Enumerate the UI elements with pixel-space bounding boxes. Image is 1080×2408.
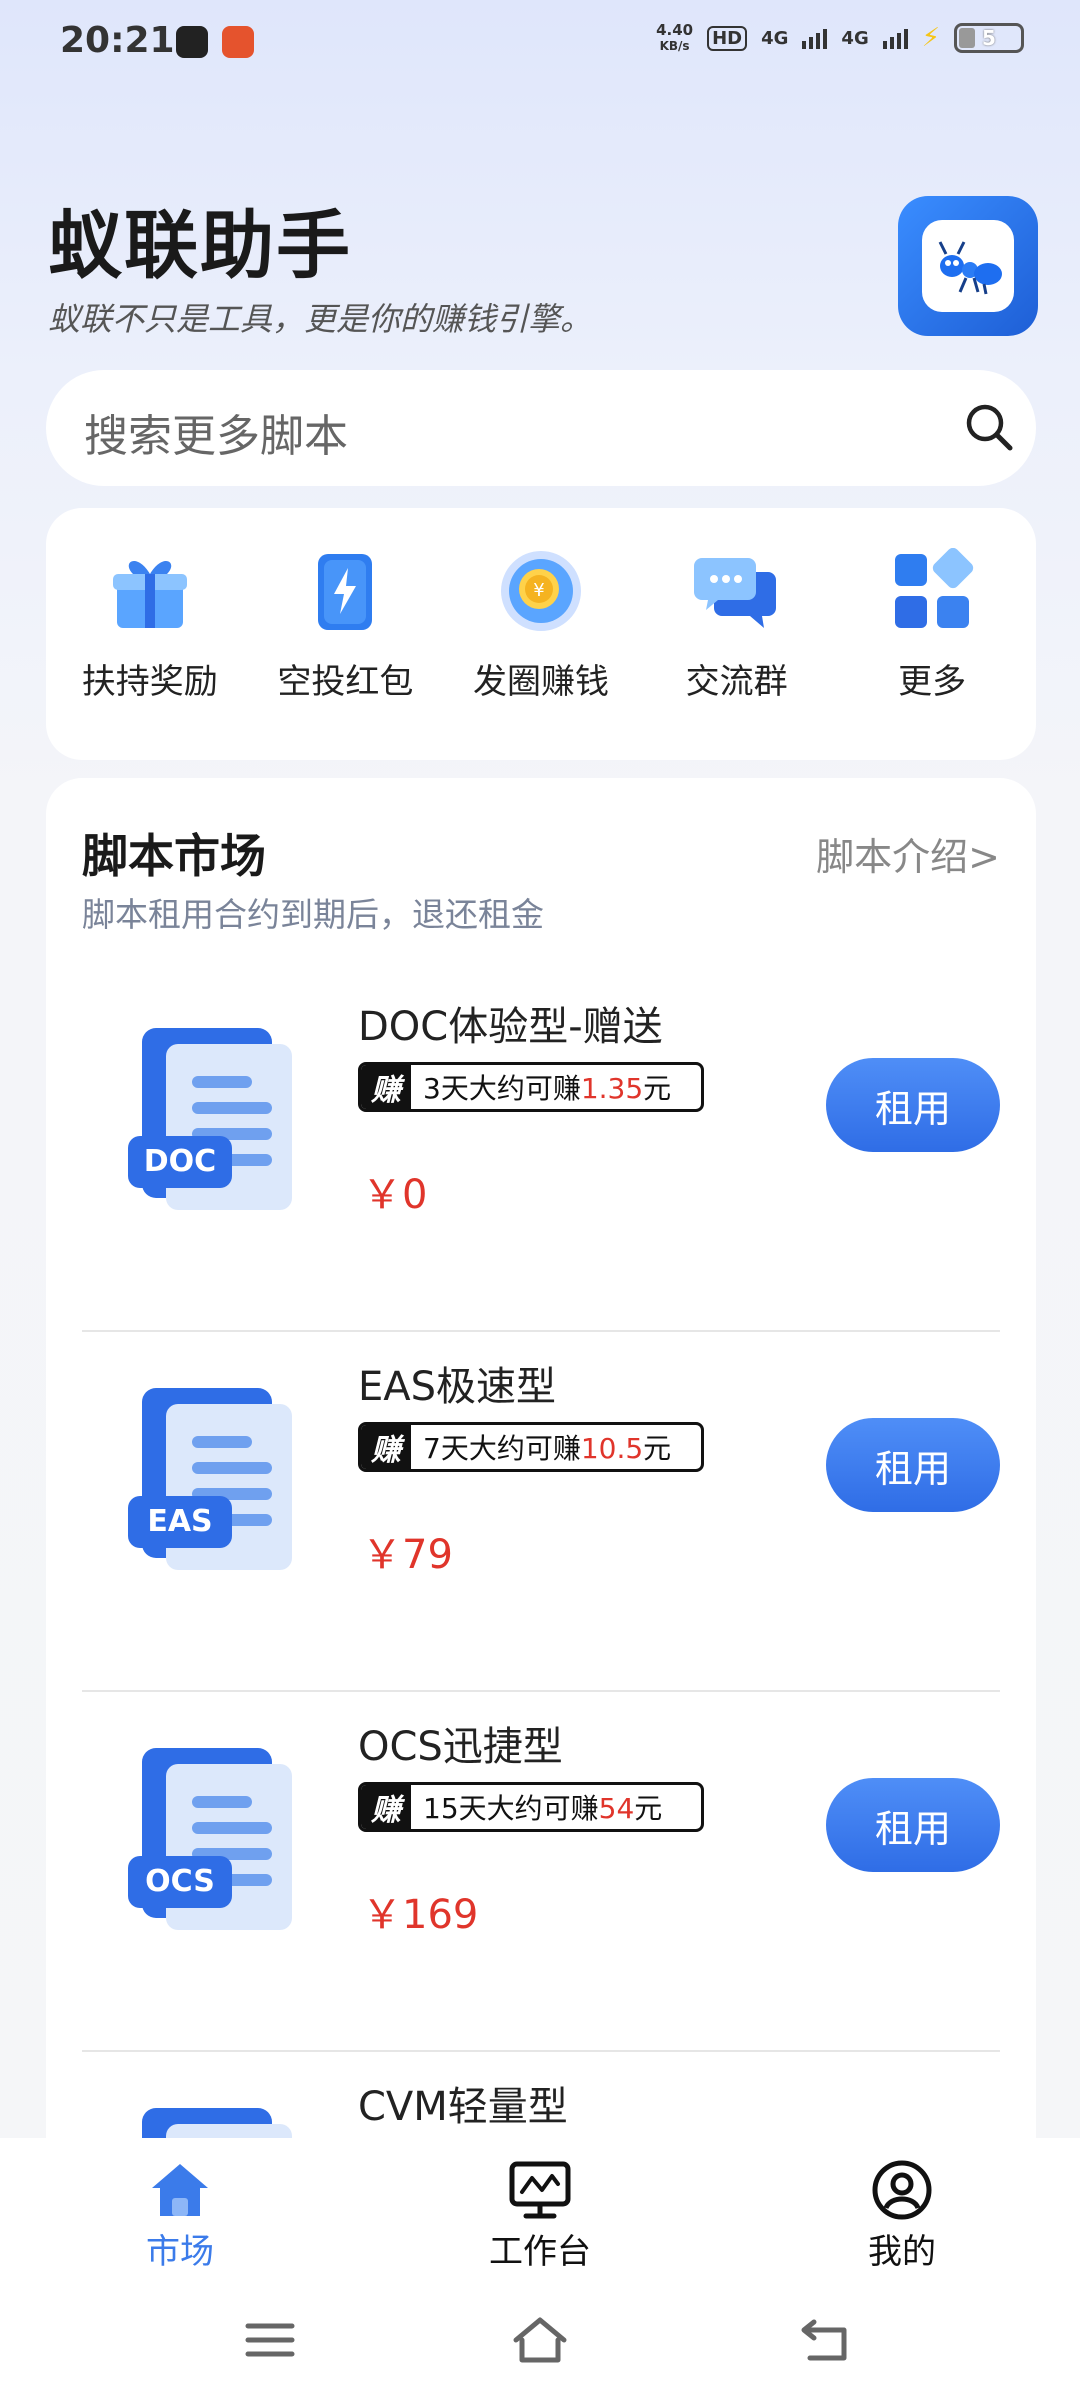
svg-text:EAS: EAS: [147, 1504, 212, 1539]
search-bar[interactable]: 搜索更多脚本: [46, 370, 1036, 486]
status-bar: 20:21 4.40 KB/s HD 4G 4G ⚡ 5: [0, 0, 1080, 84]
quick-item-moments-earn[interactable]: ¥ 发圈赚钱: [448, 508, 634, 760]
tab-market[interactable]: 市场: [90, 2158, 270, 2273]
system-nav-bar: [0, 2268, 1080, 2408]
rent-button[interactable]: 租用: [826, 1058, 1000, 1152]
svg-text:OCS: OCS: [145, 1864, 215, 1899]
earn-badge: 赚 15天大约可赚54元: [358, 1782, 704, 1832]
chat-bubble-icon: [692, 546, 782, 636]
profile-icon: [872, 2160, 932, 2220]
back-icon[interactable]: [796, 2310, 856, 2370]
net-speed: 4.40 KB/s: [656, 21, 694, 53]
charging-icon: ⚡: [921, 23, 940, 53]
product-card-ocs: OCS OCS迅捷型 赚 15天大约可赚54元 ￥169 租用: [82, 1692, 1000, 2052]
app-title: 蚁联助手: [48, 203, 352, 289]
signal-icon: [802, 27, 828, 49]
product-card-cvm: CVM轻量型 租用: [82, 2052, 1000, 2138]
rent-button[interactable]: 租用: [826, 1778, 1000, 1872]
product-name: DOC体验型-赠送: [358, 1004, 663, 1050]
product-name: CVM轻量型: [358, 2084, 568, 2130]
home-button-icon[interactable]: [510, 2310, 570, 2370]
product-price: ￥0: [362, 1172, 428, 1218]
quick-menu: 扶持奖励 空投红包 ¥ 发圈赚钱 交流群 更多: [46, 508, 1036, 760]
home-icon: [152, 2164, 208, 2216]
menu-icon[interactable]: [240, 2310, 300, 2370]
network-type-2: 4G: [841, 27, 869, 49]
coin-icon: ¥: [496, 546, 586, 636]
search-input[interactable]: 搜索更多脚本: [84, 400, 348, 464]
doc-file-icon: DOC: [128, 1028, 292, 1210]
tiktok-notification-icon: [176, 26, 208, 58]
product-price: ￥169: [362, 1892, 479, 1938]
product-card-eas: EAS EAS极速型 赚 7天大约可赚10.5元 ￥79 租用: [82, 1332, 1000, 1692]
grid-more-icon: [887, 546, 977, 636]
svg-text:DOC: DOC: [144, 1144, 216, 1179]
tab-profile[interactable]: 我的: [812, 2158, 992, 2273]
network-type-1: 4G: [761, 27, 789, 49]
gift-icon: [105, 546, 195, 636]
monitor-icon: [509, 2161, 571, 2219]
quick-item-support-reward[interactable]: 扶持奖励: [57, 508, 243, 760]
product-name: EAS极速型: [358, 1364, 557, 1410]
status-indicators: 4.40 KB/s HD 4G 4G ⚡ 5: [656, 22, 1024, 54]
bottom-nav: 市场 工作台 我的: [0, 2138, 1080, 2272]
app-notification-icon: [222, 26, 254, 58]
battery-icon: 5: [954, 23, 1024, 53]
hd-indicator: HD: [707, 25, 748, 51]
eas-file-icon: EAS: [128, 1388, 292, 1570]
earn-badge: 赚 3天大约可赚1.35元: [358, 1062, 704, 1112]
ocs-file-icon: OCS: [128, 1748, 292, 1930]
script-intro-link[interactable]: 脚本介绍>: [816, 826, 1000, 881]
product-price: ￥79: [362, 1532, 453, 1578]
search-icon[interactable]: [962, 400, 1016, 454]
quick-item-airdrop-redpacket[interactable]: 空投红包: [252, 508, 438, 760]
app-subtitle: 蚁联不只是工具，更是你的赚钱引擎。: [48, 300, 593, 338]
script-market: 脚本市场 脚本介绍> 脚本租用合约到期后，退还租金 DOC DOC体验型-赠送 …: [46, 778, 1036, 2138]
lightning-card-icon: [300, 546, 390, 636]
svg-text:¥: ¥: [533, 580, 544, 601]
market-subtitle: 脚本租用合约到期后，退还租金: [82, 895, 544, 934]
tab-workbench[interactable]: 工作台: [450, 2158, 630, 2273]
market-title: 脚本市场: [82, 829, 266, 883]
status-time: 20:21: [60, 20, 175, 61]
rent-button[interactable]: 租用: [826, 1418, 1000, 1512]
earn-badge: 赚 7天大约可赚10.5元: [358, 1422, 704, 1472]
quick-item-chat-group[interactable]: 交流群: [644, 508, 830, 760]
quick-item-more[interactable]: 更多: [839, 508, 1025, 760]
cvm-file-icon: [142, 2108, 292, 2138]
ant-logo-icon: [898, 196, 1038, 336]
signal-icon: [882, 27, 908, 49]
product-name: OCS迅捷型: [358, 1724, 563, 1770]
product-card-doc: DOC DOC体验型-赠送 赚 3天大约可赚1.35元 ￥0 租用: [82, 972, 1000, 1332]
